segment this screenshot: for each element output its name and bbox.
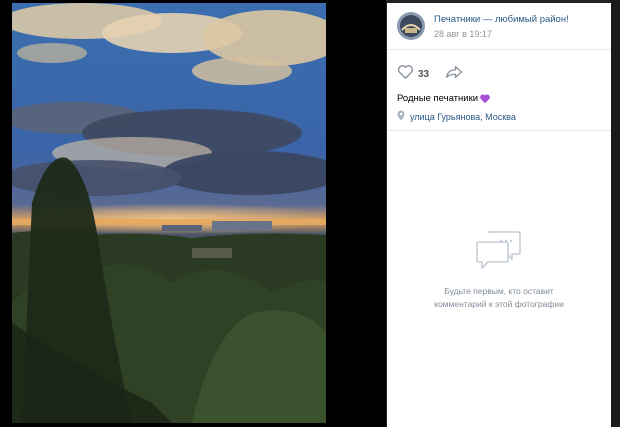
- purple-heart-icon: [479, 93, 491, 104]
- caption-text: Родные печатники: [397, 93, 479, 104]
- photo-image: [12, 3, 326, 423]
- author-block: Печатники — любимый район! 28 авг в 19:1…: [434, 13, 569, 40]
- divider: [387, 130, 611, 131]
- like-button[interactable]: 33: [397, 64, 429, 84]
- avatar[interactable]: [397, 12, 425, 40]
- photo[interactable]: [12, 3, 326, 423]
- empty-comments-line1: Будьте первым, кто оставит: [444, 286, 554, 296]
- post-header: Печатники — любимый район! 28 авг в 19:1…: [387, 3, 611, 50]
- speech-bubbles-icon: [476, 228, 522, 275]
- photo-area[interactable]: [0, 0, 386, 427]
- photo-sidebar: Печатники — любимый район! 28 авг в 19:1…: [387, 3, 611, 427]
- empty-comments: Будьте первым, кто оставит комментарий к…: [387, 228, 611, 311]
- post-date[interactable]: 28 авг в 19:17: [434, 28, 569, 40]
- location-text: улица Гурьянова, Москва: [410, 111, 516, 122]
- location-link[interactable]: улица Гурьянова, Москва: [387, 105, 611, 123]
- empty-comments-text: Будьте первым, кто оставит комментарий к…: [387, 285, 611, 311]
- empty-comments-line2: комментарий к этой фотографии: [434, 299, 564, 309]
- share-arrow-icon: [445, 65, 463, 84]
- like-count: 33: [418, 68, 430, 80]
- photo-caption: Родные печатники: [387, 84, 611, 105]
- photo-viewer: Печатники — любимый район! 28 авг в 19:1…: [0, 0, 620, 427]
- author-name[interactable]: Печатники — любимый район!: [434, 13, 569, 26]
- post-actions: 33: [387, 50, 611, 84]
- share-button[interactable]: [445, 65, 463, 84]
- location-pin-icon: [397, 110, 405, 123]
- right-edge: [611, 0, 620, 427]
- heart-icon: [397, 64, 414, 84]
